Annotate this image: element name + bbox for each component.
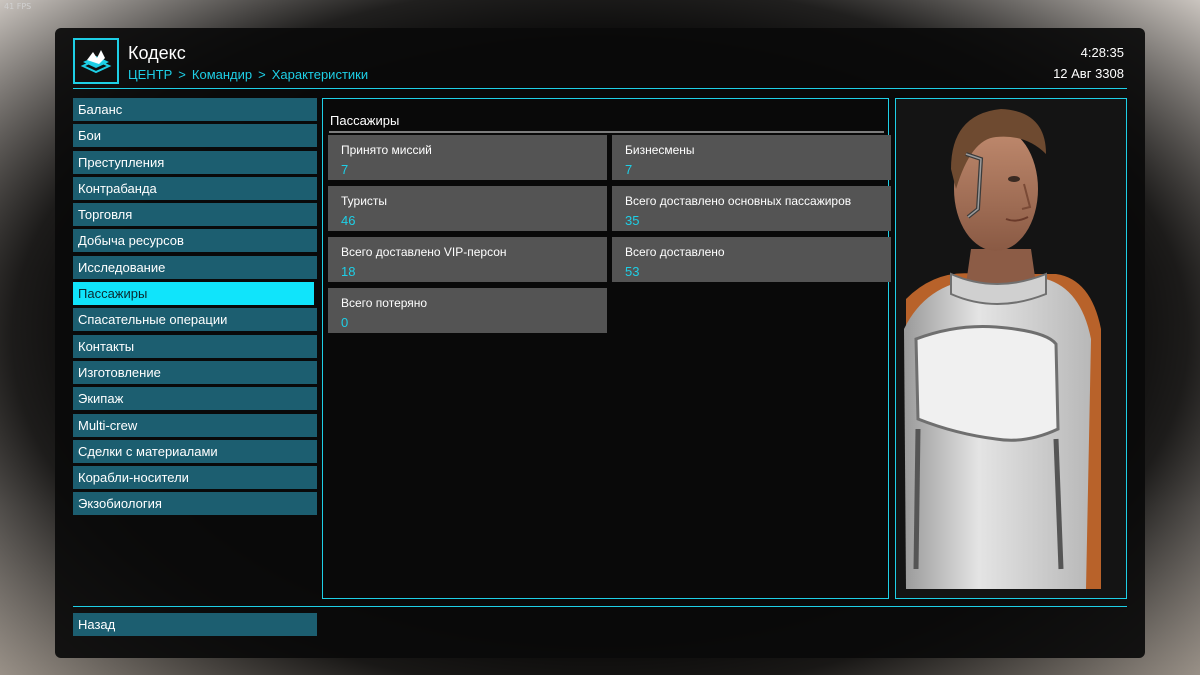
stat-card: Всего доставлено VIP-персон 18 <box>328 237 607 282</box>
stat-value: 53 <box>625 264 640 279</box>
stat-card: Всего потеряно 0 <box>328 288 607 333</box>
sidebar-item-balance[interactable]: Баланс <box>73 98 317 121</box>
sidebar-item-crafting[interactable]: Изготовление <box>73 360 317 384</box>
stat-label: Туристы <box>341 194 388 208</box>
stat-value: 35 <box>625 213 640 228</box>
background-scene: 41 FPS Кодекс ЦЕНТР > Командир > Характе… <box>0 0 1200 675</box>
sidebar-item-exobiology[interactable]: Экзобиология <box>73 492 317 516</box>
sidebar-item-mining[interactable]: Добыча ресурсов <box>73 229 317 253</box>
sidebar-menu: Баланс Бои Преступления Контрабанда Торг… <box>73 98 317 519</box>
section-title: Пассажиры <box>330 113 400 128</box>
breadcrumb-separator: > <box>258 67 266 82</box>
sidebar-item-contacts[interactable]: Контакты <box>73 334 317 358</box>
header-divider <box>73 88 1127 89</box>
back-button[interactable]: Назад <box>73 613 317 636</box>
commander-portrait <box>895 98 1127 599</box>
stat-value: 7 <box>341 162 349 177</box>
sidebar-item-combat[interactable]: Бои <box>73 124 317 148</box>
codex-book-icon <box>73 38 119 84</box>
sidebar-item-fleet-carriers[interactable]: Корабли-носители <box>73 466 317 490</box>
clock-date: 12 Авг 3308 <box>1053 66 1124 81</box>
page-title: Кодекс <box>128 43 186 63</box>
stat-card: Туристы 46 <box>328 186 607 231</box>
breadcrumb-separator: > <box>178 67 186 82</box>
stat-label: Всего доставлено VIP-персон <box>341 245 507 259</box>
sidebar-item-trading[interactable]: Торговля <box>73 203 317 227</box>
sidebar-item-crime[interactable]: Преступления <box>73 150 317 174</box>
stats-panel: Пассажиры Принято миссий 7 Бизнесмены 7 … <box>322 98 891 599</box>
sidebar-item-smuggling[interactable]: Контрабанда <box>73 176 317 200</box>
stat-value: 0 <box>341 315 349 330</box>
stat-card: Всего доставлено 53 <box>612 237 891 282</box>
stat-label: Принято миссий <box>341 143 432 157</box>
stat-label: Всего доставлено <box>625 245 725 259</box>
section-divider <box>329 131 884 133</box>
breadcrumb-item-stats: Характеристики <box>271 67 369 82</box>
stat-value: 7 <box>625 162 633 177</box>
breadcrumb: ЦЕНТР > Командир > Характеристики <box>128 67 368 82</box>
clock-time: 4:28:35 <box>1080 45 1124 60</box>
sidebar-item-multicrew[interactable]: Multi-crew <box>73 413 317 437</box>
stat-card: Принято миссий 7 <box>328 135 607 180</box>
stat-value: 46 <box>341 213 356 228</box>
stat-value: 18 <box>341 264 356 279</box>
breadcrumb-item-center[interactable]: ЦЕНТР <box>128 67 172 82</box>
fps-counter: 41 FPS <box>4 2 32 11</box>
stat-card: Всего доставлено основных пассажиров 35 <box>612 186 891 231</box>
footer-divider <box>73 606 1127 607</box>
sidebar-item-exploration[interactable]: Исследование <box>73 255 317 279</box>
sidebar-item-passengers[interactable]: Пассажиры <box>73 282 314 306</box>
stat-label: Всего потеряно <box>341 296 428 310</box>
sidebar-item-material-trader[interactable]: Сделки с материалами <box>73 439 317 463</box>
stat-label: Всего доставлено основных пассажиров <box>625 194 852 208</box>
stat-label: Бизнесмены <box>625 143 695 157</box>
stat-card: Бизнесмены 7 <box>612 135 891 180</box>
breadcrumb-item-commander[interactable]: Командир <box>192 67 252 82</box>
sidebar-item-search-rescue[interactable]: Спасательные операции <box>73 308 317 332</box>
sidebar-item-crew[interactable]: Экипаж <box>73 387 317 411</box>
